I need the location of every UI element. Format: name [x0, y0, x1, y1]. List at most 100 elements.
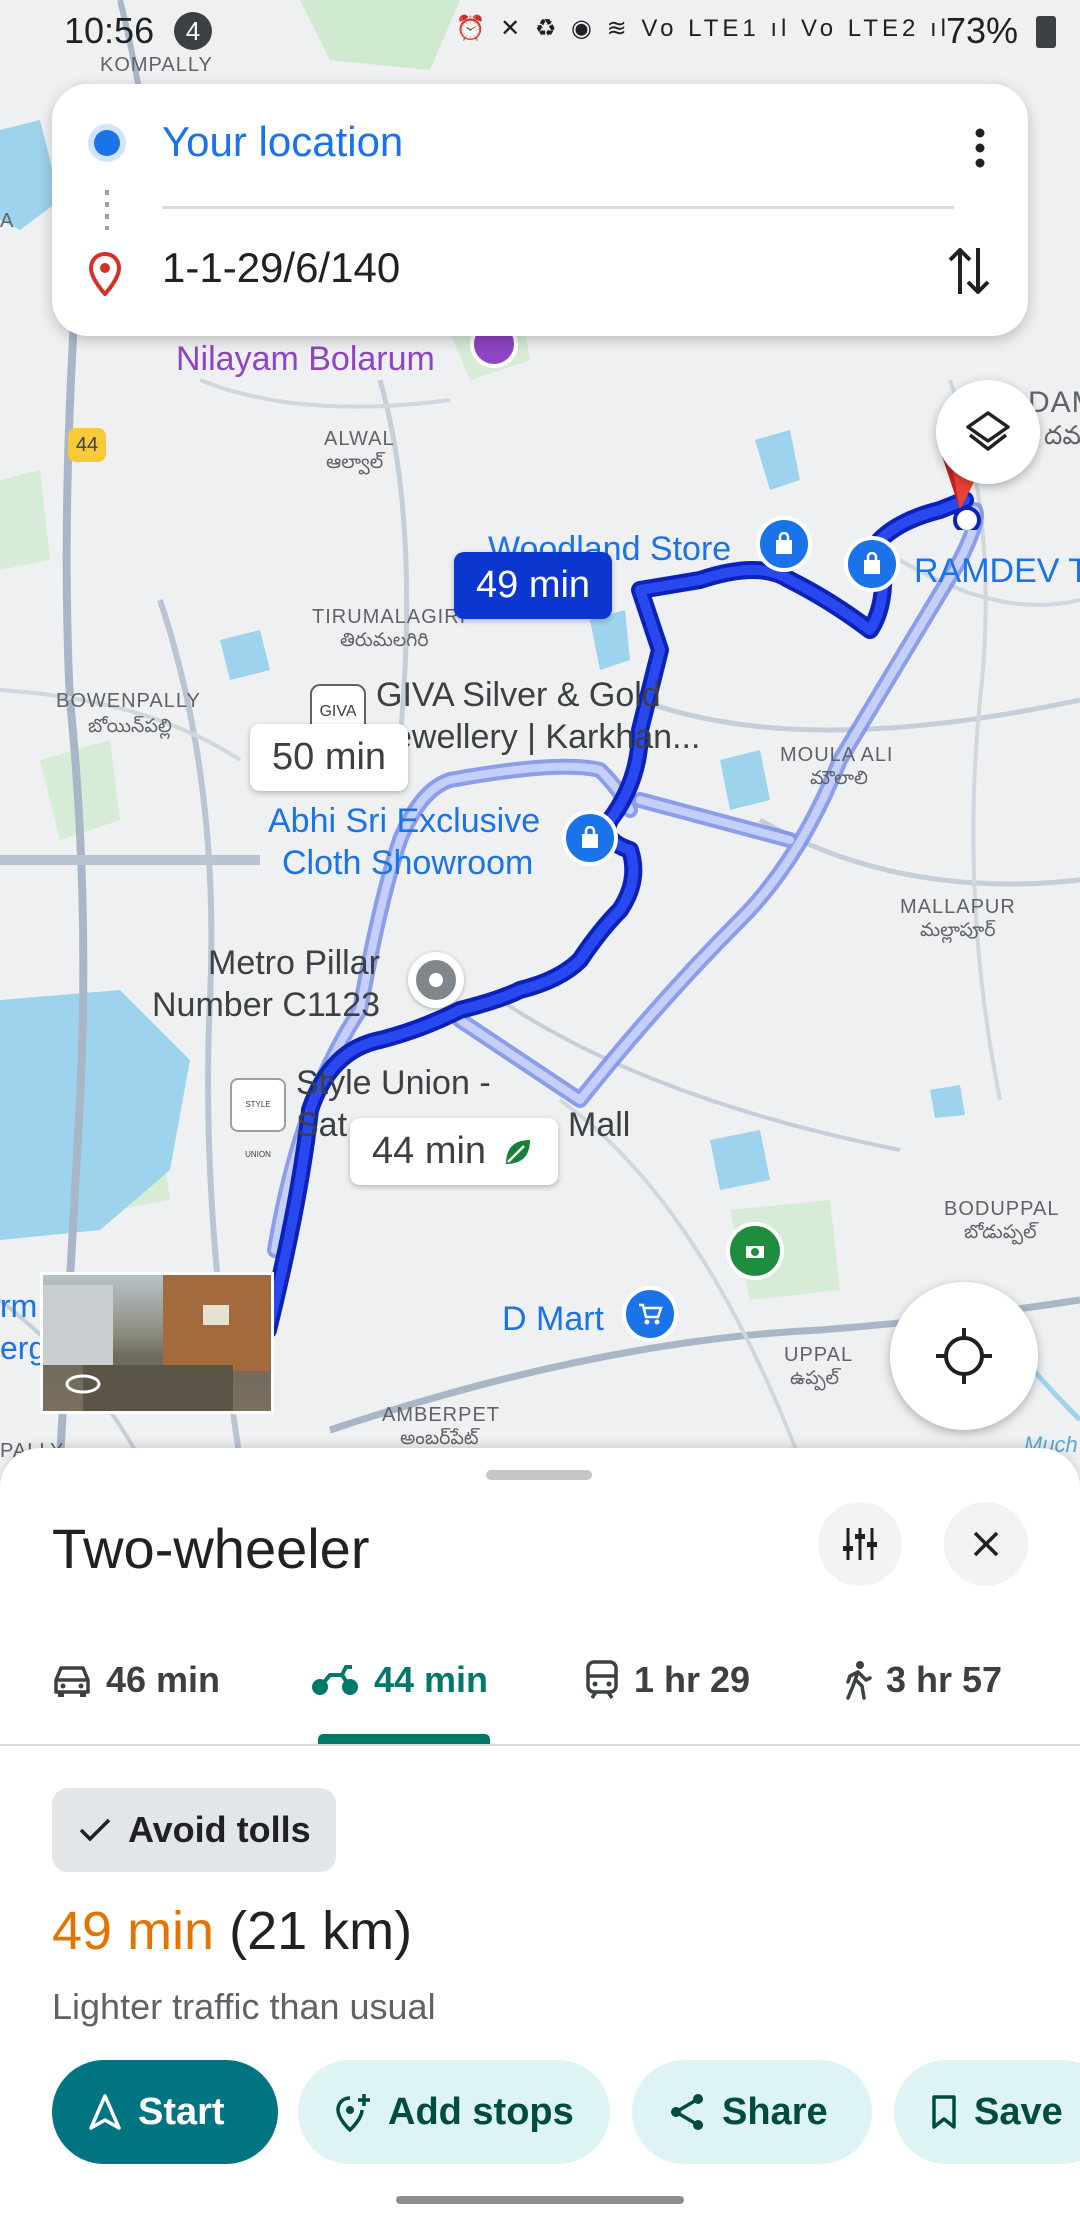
tab-car-time: 46 min: [106, 1659, 221, 1700]
sheet-drag-handle[interactable]: [486, 1470, 592, 1480]
map-view[interactable]: KOMPALLY Nilayam Bolarum 44 ALWAL ఆల్వాల…: [0, 0, 1080, 1460]
add-stops-label: Add stops: [388, 2090, 574, 2133]
poi-label-nilayam[interactable]: Nilayam Bolarum: [176, 340, 435, 379]
area-label-alwal: ALWAL: [324, 428, 395, 450]
poi-label-style-1[interactable]: Style Union -: [296, 1062, 491, 1104]
poi-label-abhi-1[interactable]: Abhi Sri Exclusive: [268, 800, 540, 842]
route-bubble-alt-2[interactable]: 44 min: [350, 1118, 559, 1185]
start-label: Start: [138, 2090, 225, 2133]
area-label-tirumalagiri-te: తిరుమలగిరి: [340, 630, 429, 651]
route-dots-icon: [105, 190, 109, 230]
save-label: Save: [974, 2090, 1063, 2133]
active-tab-indicator: [318, 1734, 490, 1744]
tab-car[interactable]: 46 min: [52, 1616, 220, 1744]
area-label-dam-te: దమ: [1044, 420, 1080, 450]
area-label-uppal: UPPAL: [784, 1344, 854, 1366]
poi-label-metro-1[interactable]: Metro Pillar: [208, 942, 380, 984]
area-label-alwal-te: ఆల్వాల్: [326, 452, 384, 473]
tab-two-wheeler[interactable]: 44 min: [310, 1616, 488, 1744]
route-bubble-selected[interactable]: 49 min: [454, 552, 613, 619]
avoid-tolls-label: Avoid tolls: [128, 1809, 311, 1850]
route-distance: (21 km): [229, 1901, 413, 1961]
poi-label-dmart[interactable]: D Mart: [502, 1298, 604, 1340]
motorcycle-icon: [312, 1665, 358, 1695]
tab-walk[interactable]: 3 hr 57: [844, 1616, 1002, 1744]
layers-button[interactable]: [936, 380, 1040, 484]
route-bubble-alt-1[interactable]: 50 min: [250, 724, 409, 791]
swap-direction-icon[interactable]: [948, 244, 990, 298]
car-icon: [54, 1666, 90, 1697]
route-summary: 49 min (21 km): [52, 1900, 412, 1962]
tab-transit-time: 1 hr 29: [634, 1659, 751, 1700]
destination-field[interactable]: 1-1-29/6/140: [162, 244, 400, 292]
my-location-button[interactable]: [890, 1282, 1038, 1430]
close-icon: [973, 1531, 999, 1557]
walking-icon: [846, 1661, 872, 1700]
poi-label-giva-2[interactable]: Jewellery | Karkhan...: [376, 716, 700, 758]
eco-leaf-icon: [506, 1139, 531, 1164]
poi-label-giva-1[interactable]: GIVA Silver & Gold: [376, 674, 661, 716]
park-pin-icon[interactable]: [726, 1222, 784, 1280]
area-label-moula-ali: MOULA ALI: [780, 744, 894, 766]
share-button[interactable]: Share: [632, 2060, 872, 2164]
start-button[interactable]: Start: [52, 2060, 278, 2164]
route-options-button[interactable]: [818, 1502, 902, 1586]
poi-label-style-2[interactable]: Sat: [296, 1104, 347, 1146]
share-label: Share: [722, 2090, 828, 2133]
area-label-boduppal: BODUPPAL: [944, 1198, 1060, 1220]
tune-icon: [843, 1528, 877, 1560]
area-label-amberpet: AMBERPET: [382, 1404, 501, 1426]
tab-transit[interactable]: 1 hr 29: [584, 1616, 750, 1744]
route-bubble-alt-2-label: 44 min: [372, 1130, 487, 1172]
traffic-status: Lighter traffic than usual: [52, 1986, 436, 2027]
area-label-bowenpally-te: బోయిన్‌పల్లి: [88, 716, 172, 737]
shopping-bag-icon[interactable]: [844, 536, 900, 592]
highway-shield: 44: [68, 428, 106, 462]
directions-card: Your location 1-1-29/6/140: [52, 84, 1028, 336]
area-label-bowenpally: BOWENPALLY: [56, 690, 201, 712]
area-label-uppal-te: ఉప్పల్: [790, 1368, 840, 1389]
layers-icon: [966, 411, 1010, 451]
gesture-nav-bar[interactable]: [396, 2196, 684, 2204]
route-duration: 49 min: [52, 1901, 215, 1961]
origin-dot-icon: [94, 130, 120, 156]
shopping-bag-icon[interactable]: [756, 516, 812, 572]
street-view-360-icon: [65, 1374, 101, 1394]
origin-field[interactable]: Your location: [162, 118, 403, 166]
status-icons: ⏰ ✕ ♻ ◉ ≋ Vo LTE1 ıl Vo LTE2 ıl: [455, 15, 950, 42]
shopping-cart-icon[interactable]: [622, 1286, 678, 1342]
more-options-icon[interactable]: [974, 128, 986, 168]
area-label-mallapur: MALLAPUR: [900, 896, 1016, 918]
add-stops-button[interactable]: Add stops: [298, 2060, 610, 2164]
area-label-mallapur-te: మల్లాపూర్: [920, 920, 996, 941]
avoid-tolls-chip[interactable]: Avoid tolls: [52, 1788, 336, 1872]
style-union-logo[interactable]: STYLE UNION: [230, 1078, 286, 1159]
share-icon: [671, 2094, 703, 2130]
poi-label-mall[interactable]: Mall: [568, 1104, 630, 1146]
area-label-boduppal-te: బోడుప్పల్: [964, 1222, 1037, 1243]
check-icon: [79, 1818, 111, 1842]
travel-mode-title: Two-wheeler: [52, 1517, 370, 1580]
area-label-edge-a: A: [0, 210, 15, 232]
field-divider: [162, 206, 954, 209]
area-label-tirumalagiri: TIRUMALAGIRI: [312, 606, 467, 628]
shopping-bag-icon[interactable]: [562, 810, 618, 866]
place-marker-icon[interactable]: [408, 952, 464, 1008]
poi-label-metro-2[interactable]: Number C1123: [152, 984, 380, 1026]
directions-bottom-sheet: Two-wheeler 46 min 44 min 1 hr 29 3 hr 5…: [0, 1448, 1080, 2220]
train-icon: [586, 1660, 618, 1699]
bookmark-icon: [932, 2095, 956, 2129]
add-location-icon: [336, 2094, 370, 2132]
location-pin-icon: [88, 252, 122, 296]
street-view-thumbnail[interactable]: [40, 1272, 274, 1414]
battery-icon: [1036, 16, 1056, 48]
area-label-moula-ali-te: మౌలాలి: [810, 768, 868, 789]
notification-count-badge: 4: [174, 12, 212, 50]
save-button[interactable]: Save: [894, 2060, 1080, 2164]
status-bar: 10:56 4 ⏰ ✕ ♻ ◉ ≋ Vo LTE1 ıl Vo LTE2 ıl …: [0, 0, 1080, 64]
poi-label-abhi-2[interactable]: Cloth Showroom: [282, 842, 533, 884]
crosshair-icon: [936, 1328, 992, 1384]
close-button[interactable]: [944, 1502, 1028, 1586]
poi-label-ramdev[interactable]: RAMDEV T: [914, 550, 1080, 592]
battery-percentage: 73%: [945, 10, 1018, 51]
